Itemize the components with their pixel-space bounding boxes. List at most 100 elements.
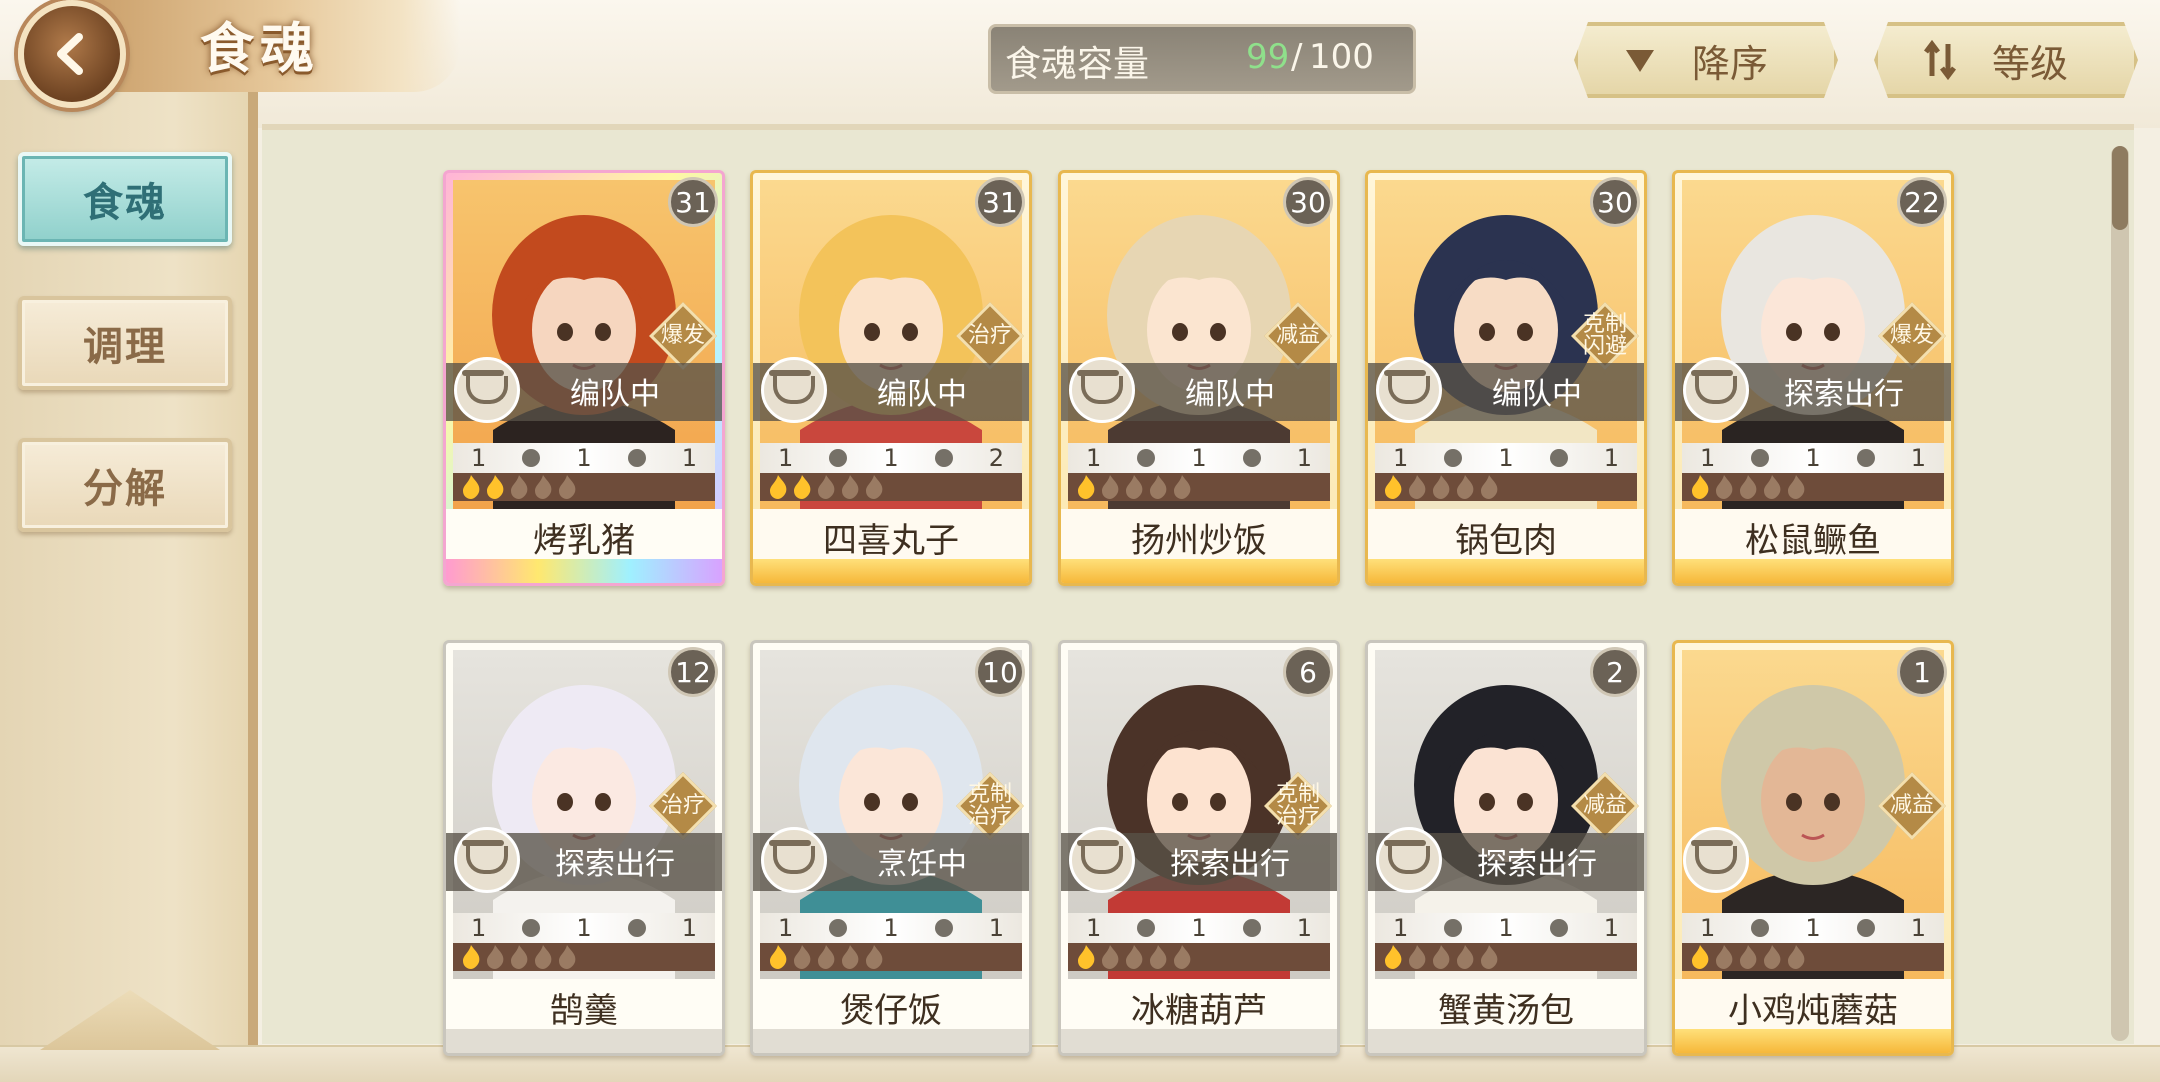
rarity-strip — [1061, 1029, 1337, 1053]
drop-icon — [1444, 919, 1463, 937]
role-label: 治疗 — [660, 793, 705, 818]
sort-key-button[interactable]: 等级 — [1874, 22, 2138, 98]
sort-order-button[interactable]: 降序 — [1574, 22, 1838, 98]
food-soul-card[interactable]: 31 治疗 编队中 1 1 2 四喜丸子 — [750, 170, 1032, 586]
flame-star-icon — [1692, 945, 1709, 969]
stats-row: 1 1 1 — [1682, 443, 1944, 473]
stats-row: 1 1 1 — [1375, 443, 1637, 473]
bowl-icon — [761, 357, 827, 423]
flame-orb-icon — [1242, 919, 1261, 937]
role-label: 克制 — [1582, 312, 1627, 337]
swap-arrows-icon — [1918, 38, 1962, 82]
flame-star-icon — [1788, 475, 1805, 499]
stat-value: 1 — [1805, 914, 1821, 942]
level-badge: 6 — [1283, 647, 1333, 697]
capacity-separator: / — [1291, 37, 1303, 77]
food-soul-card[interactable]: 31 爆发 编队中 1 1 1 烤乳猪 — [443, 170, 725, 586]
flame-star-icon — [1716, 945, 1733, 969]
stat-value: 2 — [988, 444, 1004, 472]
role-label: 克制 — [967, 782, 1012, 807]
stat-value: 1 — [988, 914, 1004, 942]
level-badge: 30 — [1283, 177, 1333, 227]
food-soul-card[interactable]: 12 治疗 探索出行 1 1 1 鹄羹 — [443, 640, 725, 1056]
food-soul-card[interactable]: 1 减益 1 1 1 小鸡炖蘑菇 — [1672, 640, 1954, 1056]
flame-star-icon — [1174, 475, 1191, 499]
flame-star-icon — [794, 475, 811, 499]
role-badge: 减益 — [1264, 302, 1332, 370]
flame-orb-icon — [1856, 449, 1875, 467]
star-rating — [1068, 943, 1330, 971]
stat-value: 1 — [1296, 444, 1312, 472]
flame-orb-icon — [934, 449, 953, 467]
food-soul-card[interactable]: 2 减益 探索出行 1 1 1 蟹黄汤包 — [1365, 640, 1647, 1056]
status-label: 烹饪中 — [877, 847, 967, 882]
status-label: 编队中 — [1492, 377, 1582, 412]
flame-star-icon — [1409, 475, 1426, 499]
flame-star-icon — [1716, 475, 1733, 499]
drop-icon — [1751, 449, 1770, 467]
rarity-strip — [1368, 559, 1644, 583]
capacity-label: 食魂容量 — [1005, 44, 1150, 85]
flame-star-icon — [1174, 945, 1191, 969]
star-rating — [1682, 473, 1944, 501]
flame-star-icon — [794, 945, 811, 969]
star-rating — [453, 943, 715, 971]
card-name: 冰糖葫芦 — [1061, 979, 1337, 1035]
flame-star-icon — [1692, 475, 1709, 499]
role-label: 治疗 — [1275, 804, 1320, 829]
back-button[interactable] — [18, 0, 126, 108]
flame-orb-icon — [1549, 449, 1568, 467]
stat-value: 1 — [576, 914, 592, 942]
sidebar-item-cultivate[interactable]: 调理 — [18, 296, 232, 390]
role-badge: 治疗 — [956, 302, 1024, 370]
food-soul-card[interactable]: 22 爆发 探索出行 1 1 1 松鼠鳜鱼 — [1672, 170, 1954, 586]
level-badge: 1 — [1897, 647, 1947, 697]
sidebar-item-decompose[interactable]: 分解 — [18, 438, 232, 532]
sidebar-item-food-souls[interactable]: 食魂 — [18, 152, 232, 246]
stats-row: 1 1 1 — [760, 913, 1022, 943]
card-name: 煲仔饭 — [753, 979, 1029, 1035]
rarity-strip — [753, 1029, 1029, 1053]
food-soul-card[interactable]: 30 克制 闪避 编队中 1 1 1 锅包肉 — [1365, 170, 1647, 586]
flame-star-icon — [1764, 475, 1781, 499]
flame-star-icon — [818, 475, 835, 499]
rarity-strip — [446, 1029, 722, 1053]
role-badge: 治疗 — [649, 772, 717, 840]
stat-value: 1 — [1910, 914, 1926, 942]
flame-orb-icon — [1242, 449, 1261, 467]
food-soul-card[interactable]: 6 克制 治疗 探索出行 1 1 1 冰糖葫芦 — [1058, 640, 1340, 1056]
flame-star-icon — [1126, 945, 1143, 969]
flame-star-icon — [1102, 945, 1119, 969]
level-badge: 12 — [668, 647, 718, 697]
scrollbar-thumb[interactable] — [2112, 146, 2128, 230]
flame-star-icon — [463, 945, 480, 969]
flame-star-icon — [1433, 475, 1450, 499]
role-label: 治疗 — [967, 804, 1012, 829]
drop-icon — [522, 919, 541, 937]
sort-order-label: 降序 — [1692, 41, 1769, 86]
flame-star-icon — [1740, 945, 1757, 969]
food-soul-card[interactable]: 10 克制 治疗 烹饪中 1 1 1 煲仔饭 — [750, 640, 1032, 1056]
scrollbar-track[interactable] — [2111, 146, 2129, 1041]
level-badge: 31 — [668, 177, 718, 227]
bowl-icon — [454, 827, 520, 893]
flame-star-icon — [535, 945, 552, 969]
role-label: 减益 — [1582, 793, 1627, 818]
flame-star-icon — [487, 945, 504, 969]
drop-icon — [829, 919, 848, 937]
stat-value: 1 — [576, 444, 592, 472]
stats-row: 1 1 1 — [1068, 443, 1330, 473]
stat-value: 1 — [1805, 444, 1821, 472]
star-rating — [1682, 943, 1944, 971]
stat-value: 1 — [778, 914, 794, 942]
food-soul-card[interactable]: 30 减益 编队中 1 1 1 扬州炒饭 — [1058, 170, 1340, 586]
flame-star-icon — [842, 945, 859, 969]
flame-star-icon — [1126, 475, 1143, 499]
status-label: 编队中 — [877, 377, 967, 412]
flame-star-icon — [511, 945, 528, 969]
star-rating — [760, 473, 1022, 501]
flame-star-icon — [1409, 945, 1426, 969]
flame-star-icon — [511, 475, 528, 499]
role-label: 克制 — [1275, 782, 1320, 807]
drop-icon — [522, 449, 541, 467]
